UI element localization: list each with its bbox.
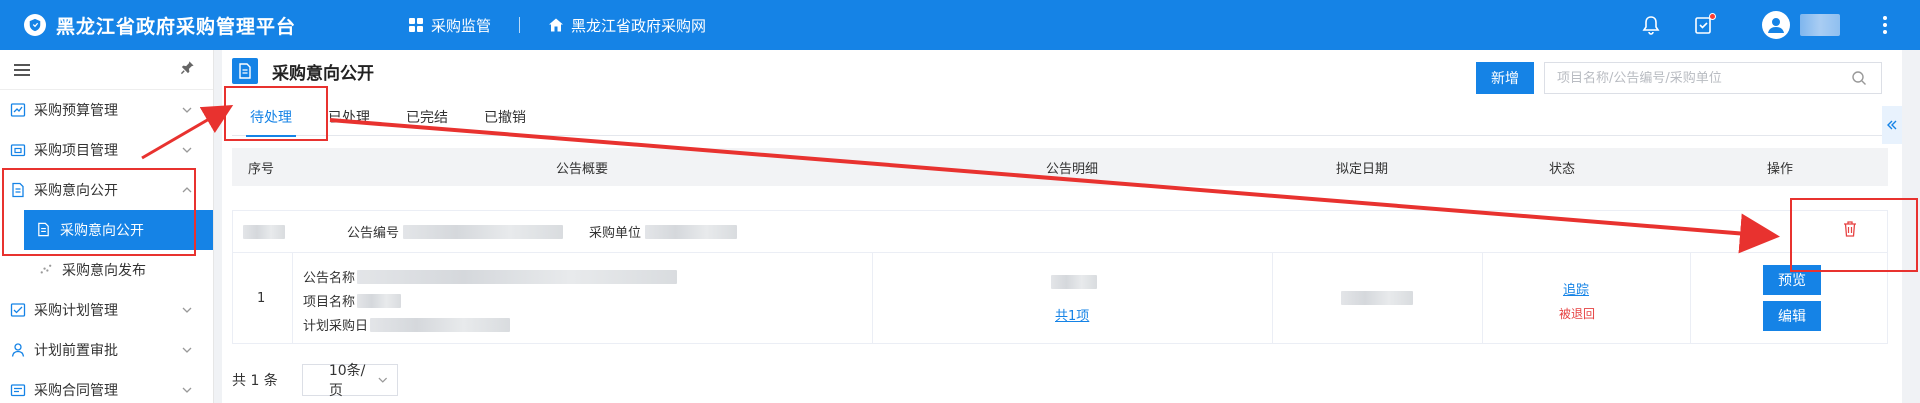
unit-label: 采购单位	[589, 226, 642, 241]
menu-icon[interactable]	[14, 63, 30, 76]
tab-revoked[interactable]: 已撤销	[466, 98, 544, 136]
folder-icon	[10, 142, 26, 158]
chevron-down-icon	[181, 144, 193, 156]
plan-date-label: 计划采购日	[303, 319, 369, 334]
page-size-value: 10条/页	[328, 363, 366, 399]
detail-link[interactable]: 共1项	[1055, 305, 1089, 324]
status-badge: 被退回	[1559, 307, 1596, 321]
page-size-select[interactable]: 10条/页	[301, 363, 398, 399]
row-detail-cell: 共1项	[873, 253, 1273, 343]
top-nav: 采购监管 黑龙江省政府采购网	[408, 15, 706, 36]
sidebar-item-plan[interactable]: 采购计划管理	[0, 290, 213, 330]
col-status: 状态	[1548, 161, 1575, 177]
nav-procurement-supervision[interactable]: 采购监管	[408, 15, 491, 36]
contract-icon	[10, 382, 26, 398]
sidebar-item-contract[interactable]: 采购合同管理	[0, 370, 213, 403]
notice-no-label: 公告编号	[347, 226, 400, 241]
redacted-text	[1051, 275, 1097, 289]
bell-icon[interactable]	[1640, 14, 1662, 36]
user-icon	[10, 342, 26, 358]
col-index: 序号	[248, 161, 275, 177]
chevron-down-icon	[181, 304, 193, 316]
collapse-panel-button[interactable]	[1882, 106, 1902, 144]
redacted-text	[357, 269, 678, 284]
chevron-down-icon	[181, 104, 193, 116]
notification-dot	[1709, 13, 1716, 20]
chevron-down-icon	[181, 384, 193, 396]
tab-completed[interactable]: 已完结	[388, 98, 466, 136]
redacted-text	[370, 317, 511, 332]
more-vertical-icon[interactable]	[1874, 16, 1896, 34]
annotation-box-sidebar	[2, 168, 196, 256]
top-right-tools	[1640, 0, 1920, 50]
double-chevron-left-icon	[1887, 120, 1897, 130]
nav-label: 采购监管	[431, 16, 492, 35]
sidebar-item-project[interactable]: 采购项目管理	[0, 130, 213, 170]
redacted-text	[357, 293, 402, 308]
add-button[interactable]: 新增	[1476, 62, 1534, 94]
search-box	[1544, 62, 1882, 94]
scatter-icon	[38, 262, 54, 278]
col-date: 拟定日期	[1335, 161, 1388, 177]
pagination: 共 1 条 10条/页	[232, 363, 398, 399]
sidebar-item-label: 计划前置审批	[34, 343, 118, 359]
redacted-text	[1341, 291, 1413, 305]
row-summary-cell: 公告名称 项目名称 计划采购日	[293, 253, 873, 343]
sidebar-header	[0, 50, 213, 90]
avatar[interactable]	[1762, 11, 1790, 39]
pin-icon[interactable]	[180, 60, 195, 79]
row-status-cell: 追踪 被退回	[1483, 253, 1691, 343]
redacted-text	[403, 224, 564, 239]
col-actions: 操作	[1766, 161, 1793, 177]
notice-name-label: 公告名称	[303, 271, 356, 286]
sidebar-item-label: 采购计划管理	[34, 303, 118, 319]
track-link[interactable]: 追踪	[1563, 279, 1589, 298]
grid-icon	[409, 18, 424, 32]
annotation-box-delete	[1790, 198, 1918, 272]
user-name-redacted[interactable]	[1800, 14, 1840, 36]
main-content: 采购意向公开 新增 待处理 已处理 已完结 已撤销 序号 公告概要 公告明细 拟…	[222, 50, 1902, 403]
nav-divider	[519, 17, 521, 33]
table-header: 序号 公告概要 公告明细 拟定日期 状态 操作	[232, 148, 1888, 186]
search-input[interactable]	[1545, 70, 1851, 86]
checklist-icon	[10, 302, 26, 318]
total-count: 共 1 条	[232, 373, 278, 389]
app-root: 黑龙江省政府采购管理平台 采购监管 黑龙江省政府采购网 采购预算管理 采购项目管…	[0, 0, 1920, 403]
redacted-text	[645, 224, 738, 239]
col-summary: 公告概要	[555, 161, 608, 177]
sidebar-item-label: 采购合同管理	[34, 383, 118, 399]
shield-logo-icon	[24, 14, 46, 36]
row-index: 1	[257, 291, 266, 306]
top-bar: 黑龙江省政府采购管理平台 采购监管 黑龙江省政府采购网	[0, 0, 1920, 50]
table-row: 1 公告名称 项目名称 计划采购日 共1项 追踪 被退回 预览 编辑	[232, 252, 1888, 344]
chevron-down-icon	[181, 344, 193, 356]
annotation-box-tab	[224, 86, 328, 141]
edit-button[interactable]: 编辑	[1763, 301, 1821, 331]
search-icon[interactable]	[1851, 70, 1867, 86]
status-tabs: 待处理 已处理 已完结 已撤销	[232, 98, 1888, 137]
sidebar-item-label: 采购预算管理	[34, 103, 118, 119]
nav-procurement-site[interactable]: 黑龙江省政府采购网	[548, 15, 706, 36]
nav-label: 黑龙江省政府采购网	[571, 16, 707, 35]
page-header: 采购意向公开	[232, 58, 374, 84]
row-date-cell	[1273, 253, 1483, 343]
sidebar-item-label: 采购意向发布	[62, 263, 146, 279]
project-name-label: 项目名称	[303, 295, 356, 310]
sidebar-item-label: 采购项目管理	[34, 143, 118, 159]
redacted-text	[243, 224, 285, 239]
sidebar-item-budget[interactable]: 采购预算管理	[0, 90, 213, 130]
sidebar-item-pre-approval[interactable]: 计划前置审批	[0, 330, 213, 370]
task-icon[interactable]	[1692, 13, 1716, 36]
table-group-row: 公告编号 采购单位	[232, 210, 1888, 252]
page-title: 采购意向公开	[272, 63, 374, 84]
brand[interactable]: 黑龙江省政府采购管理平台	[0, 12, 296, 39]
app-title: 黑龙江省政府采购管理平台	[56, 15, 297, 38]
chart-icon	[10, 102, 26, 118]
home-icon	[549, 18, 564, 32]
document-icon	[232, 58, 258, 84]
col-detail: 公告明细	[1045, 161, 1098, 177]
sidebar-subitem-intent-release[interactable]: 采购意向发布	[0, 250, 213, 290]
chevron-down-icon	[378, 377, 388, 383]
row-index-cell: 1	[233, 253, 293, 343]
